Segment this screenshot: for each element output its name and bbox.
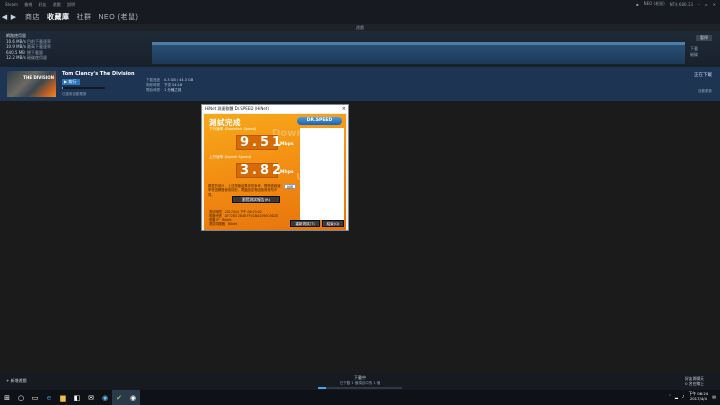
note-help-button[interactable]: 說明 bbox=[284, 184, 296, 189]
friends-chat-button[interactable]: 好友與聊天 0 名在線上 bbox=[685, 376, 704, 386]
game-progress-bar bbox=[62, 87, 105, 89]
explorer-icon[interactable]: ▆ bbox=[56, 390, 70, 405]
legend-download: 下載 bbox=[690, 46, 698, 51]
download-status-sub: 已下載 1 個項目中的 1 個 bbox=[339, 380, 381, 385]
add-game-button[interactable]: + 新增遊戲 bbox=[6, 378, 27, 384]
edge-icon[interactable]: e bbox=[42, 390, 56, 405]
minimize-icon[interactable]: – bbox=[698, 2, 700, 7]
menu-steam[interactable]: Steam bbox=[5, 2, 18, 7]
forward-arrow-icon[interactable]: ▶ bbox=[9, 13, 18, 21]
download-meta: 下載進度 0.3 GB / 44.3 GB 剩餘時間 下次 04:16 開始時間 1 … bbox=[146, 78, 194, 92]
downlink-value: 9.51 bbox=[240, 135, 285, 150]
game-cover-image[interactable]: THE DIVISION bbox=[7, 71, 56, 97]
pause-button[interactable]: 暫停 bbox=[696, 35, 712, 41]
disclaimer-text: 親愛的用戶，上述測速結果僅供參考，實際連線速率會因網路使用情形、電腦設定等因素而… bbox=[208, 184, 281, 197]
play-button[interactable]: ▶ 執行 bbox=[62, 79, 80, 85]
downlink-unit: Mbps bbox=[280, 142, 294, 147]
download-status-label: 正在下載 bbox=[694, 73, 712, 78]
download-item-row[interactable]: THE DIVISION Tom Clancy's The Division ▶… bbox=[0, 67, 720, 101]
windows-icon[interactable]: ⊞ bbox=[0, 390, 14, 405]
download-status[interactable]: 下載中 已下載 1 個項目中的 1 個 bbox=[318, 375, 402, 385]
windows-taskbar: ⊞ ○ ▭ e ▆ ◧ ✉ ◉ ✔ ◉ ˄ ▂ ♪ 下午 06:24 2017/… bbox=[0, 390, 720, 405]
library-subnav[interactable]: 遊戲 bbox=[0, 24, 720, 31]
nav-store[interactable]: 商店 bbox=[25, 12, 40, 22]
network-stats: 網路使用量 10.6 MB/s目前下載速率 10.9 MB/s最高下載速率 64… bbox=[6, 33, 51, 61]
stat-row: 12.2 MB/s磁碟使用量 bbox=[6, 55, 47, 61]
steam-client-icon[interactable]: ◉ bbox=[126, 390, 140, 405]
legend-disk: 磁碟 bbox=[690, 51, 698, 57]
steam-icon[interactable]: ◉ bbox=[98, 390, 112, 405]
wallet-label: NT$ 680.13 bbox=[669, 1, 693, 7]
nav-library[interactable]: 收藏庫 bbox=[47, 12, 70, 22]
graph-legend: 下載 磁碟 bbox=[690, 46, 698, 57]
view-report-button[interactable]: 瀏覽測試報告(R) bbox=[232, 196, 280, 203]
window-controls: ▪ NEO (老鼠) NT$ 680.13 – ▫ ✕ bbox=[636, 1, 716, 7]
nav-bar: ◀ ▶ 商店 收藏庫 社群 NEO (老鼠) bbox=[0, 9, 720, 24]
system-menu-bar: Steam 檢視 好友 遊戲 說明 ▪ NEO (老鼠) NT$ 680.13 … bbox=[0, 0, 720, 9]
dialog-close-icon[interactable]: × bbox=[342, 105, 346, 113]
store-icon[interactable]: ◧ bbox=[70, 390, 84, 405]
dr-speed-logo: DR.SPEED bbox=[297, 117, 342, 125]
dialog-title: HiNet 測速軟體 Dr.SPEED (HiNet) bbox=[202, 105, 348, 113]
back-arrow-icon[interactable]: ◀ bbox=[0, 13, 9, 21]
auto-update-status: 已啟用自動更新 bbox=[62, 92, 87, 96]
nav-profile[interactable]: NEO (老鼠) bbox=[99, 12, 139, 22]
volume-icon[interactable]: ♪ bbox=[682, 394, 685, 399]
clock[interactable]: 下午 06:24 2017/4/4 bbox=[688, 391, 708, 402]
retest-button[interactable]: 重新測試(T) bbox=[290, 220, 320, 227]
download-graph bbox=[152, 42, 685, 64]
maximize-icon[interactable]: ▫ bbox=[705, 2, 708, 7]
menu-friends[interactable]: 好友 bbox=[38, 2, 46, 7]
menu-view[interactable]: 檢視 bbox=[24, 2, 32, 7]
notification-icon[interactable]: ▪ bbox=[636, 2, 639, 7]
speedtest-dialog: HiNet 測速軟體 Dr.SPEED (HiNet) × 測試完成 DR.SP… bbox=[201, 104, 349, 231]
close-icon[interactable]: ✕ bbox=[713, 2, 716, 7]
search-icon[interactable]: ○ bbox=[14, 390, 28, 405]
steam-bottom-bar: + 新增遊戲 下載中 已下載 1 個項目中的 1 個 好友與聊天 0 名在線上 bbox=[0, 373, 720, 390]
uplink-label: 上行速率 (Uplink Speed) bbox=[209, 155, 251, 159]
dialog-body: 測試完成 DR.SPEED Downl Up 下行速率 (Downlink Sp… bbox=[204, 114, 346, 230]
notifications-icon[interactable]: ▤ bbox=[712, 394, 716, 399]
ad-panel bbox=[300, 128, 344, 220]
system-tray: ˄ ▂ ♪ 下午 06:24 2017/4/4 ▤ bbox=[669, 391, 716, 402]
top-menu: Steam 檢視 好友 遊戲 說明 bbox=[0, 2, 75, 8]
nav-community[interactable]: 社群 bbox=[77, 12, 92, 22]
download-progress-bar bbox=[318, 387, 402, 389]
task-view-icon[interactable]: ▭ bbox=[28, 390, 42, 405]
game-title[interactable]: Tom Clancy's The Division bbox=[62, 71, 135, 77]
tray-up-arrow-icon[interactable]: ˄ bbox=[669, 394, 671, 399]
menu-help[interactable]: 說明 bbox=[67, 2, 75, 7]
uplink-unit: Mbps bbox=[280, 170, 294, 175]
network-icon[interactable]: ▂ bbox=[675, 394, 678, 399]
downlink-label: 下行速率 (Downlink Speed) bbox=[209, 127, 257, 131]
auto-update-label: 自動更新 bbox=[698, 89, 712, 93]
menu-games[interactable]: 遊戲 bbox=[53, 2, 61, 7]
check-icon[interactable]: ✔ bbox=[112, 390, 126, 405]
uplink-value: 3.82 bbox=[240, 163, 285, 178]
exit-button[interactable]: 結束(Q) bbox=[322, 220, 344, 227]
test-info: 測試時間 2017/0/4 下午 06:23:02 電腦代號 AF7283 2848… bbox=[209, 210, 279, 226]
download-stats-panel: 網路使用量 10.6 MB/s目前下載速率 10.9 MB/s最高下載速率 64… bbox=[0, 31, 720, 67]
username-label[interactable]: NEO (老鼠) bbox=[644, 1, 665, 7]
mail-icon[interactable]: ✉ bbox=[84, 390, 98, 405]
